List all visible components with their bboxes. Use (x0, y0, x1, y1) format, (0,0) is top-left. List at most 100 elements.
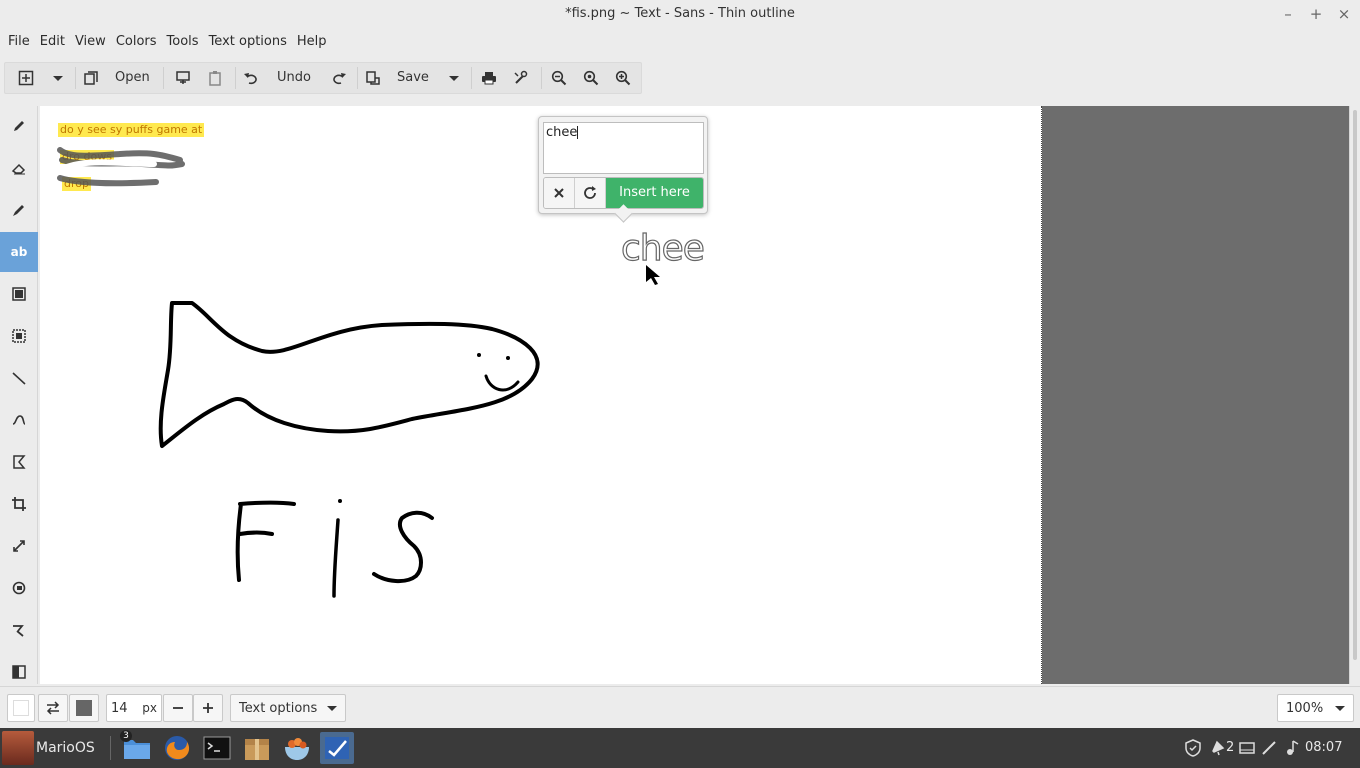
menu-edit[interactable]: Edit (35, 34, 70, 49)
print-icon (482, 72, 496, 85)
terminal-icon (203, 736, 231, 760)
selection-tool[interactable] (0, 316, 38, 356)
start-menu-avatar[interactable] (2, 731, 34, 765)
swap-icon (46, 701, 60, 715)
paste-button[interactable] (199, 63, 231, 93)
new-image-button[interactable] (9, 63, 43, 93)
insert-here-button[interactable]: Insert here (606, 178, 703, 208)
text-input-value: chee (546, 125, 578, 140)
text-input-area[interactable]: chee (543, 122, 704, 174)
brush-icon[interactable] (1260, 739, 1278, 757)
skew-tool[interactable] (0, 610, 38, 650)
text-tool-icon: ab (10, 245, 28, 259)
redo-button[interactable] (323, 63, 355, 93)
pencil-tool[interactable] (0, 106, 38, 146)
text-tool[interactable]: ab (0, 232, 38, 272)
close-window-icon[interactable]: × (1330, 0, 1358, 28)
new-image-dropdown[interactable] (45, 63, 71, 93)
minimize-icon[interactable]: – (1274, 0, 1302, 28)
text-options-label: Text options (239, 700, 318, 716)
zoom-out-icon (551, 70, 567, 86)
eraser-icon (11, 163, 26, 175)
firefox-task[interactable] (160, 732, 194, 764)
display-icon[interactable] (1238, 739, 1256, 757)
size-increase-button[interactable] (193, 694, 223, 722)
file-manager-task[interactable]: 3 (120, 730, 154, 764)
line-icon (12, 372, 26, 385)
line-tool[interactable] (0, 358, 38, 398)
menu-text-options[interactable]: Text options (204, 34, 292, 49)
filters-icon (12, 665, 26, 679)
main-toolbar: Open Undo Save (0, 54, 1360, 102)
zoom-out-button[interactable] (543, 63, 575, 93)
firefox-icon (165, 736, 190, 760)
scale-icon (13, 540, 25, 552)
title-bar: *fis.png ~ Text - Sans - Thin outline – … (0, 0, 1360, 28)
notifications-icon[interactable] (1209, 739, 1227, 757)
undo-icon (244, 73, 257, 85)
copy-icon (176, 71, 190, 84)
menu-tools[interactable]: Tools (162, 34, 204, 49)
chevron-down-icon (449, 76, 459, 81)
games-task[interactable] (280, 732, 314, 764)
menu-file[interactable]: File (3, 34, 35, 49)
pencil-icon (14, 121, 24, 131)
tools-icon (514, 70, 528, 84)
cancel-text-button[interactable] (544, 178, 575, 208)
mouse-pointer-icon (646, 265, 660, 285)
scale-tool[interactable] (0, 526, 38, 566)
taskbar: MarioOS 3 2 08:07 (0, 728, 1360, 768)
print-button[interactable] (473, 63, 505, 93)
undo-button[interactable]: Undo (237, 63, 323, 93)
window-title: *fis.png ~ Text - Sans - Thin outline (565, 6, 795, 21)
text-preview: chee (620, 227, 705, 269)
vertical-scrollbar[interactable] (1349, 106, 1360, 684)
drawing-app-icon (325, 737, 349, 759)
close-icon (554, 188, 564, 198)
clock[interactable]: 08:07 (1305, 728, 1342, 768)
scrollbar-thumb[interactable] (1353, 110, 1357, 660)
maximize-icon[interactable]: + (1302, 0, 1330, 28)
folder-badge: 3 (120, 730, 132, 742)
free-shape-tool[interactable] (0, 442, 38, 482)
zoom-value: 100% (1286, 700, 1324, 716)
save-button[interactable]: Save (359, 63, 435, 93)
menu-view[interactable]: View (70, 34, 111, 49)
free-shape-icon (13, 455, 26, 469)
refresh-icon (584, 186, 596, 199)
zoom-combobox[interactable]: 100% (1277, 694, 1354, 722)
swap-colors-button[interactable] (38, 694, 68, 722)
shield-icon[interactable] (1184, 739, 1202, 757)
eraser-tool[interactable] (0, 148, 38, 188)
rectangle-tool[interactable] (0, 274, 38, 314)
size-decrease-button[interactable] (163, 694, 193, 722)
drawing-app-task[interactable] (320, 732, 354, 764)
size-spinbox[interactable]: 14 px (106, 694, 162, 722)
zoom-in-button[interactable] (607, 63, 639, 93)
highlighter-tool[interactable] (0, 190, 38, 230)
main-color-button[interactable] (69, 694, 99, 722)
selection-icon (12, 329, 26, 343)
rotate-tool[interactable] (0, 568, 38, 608)
menu-help[interactable]: Help (292, 34, 332, 49)
archive-manager-task[interactable] (240, 732, 274, 764)
menu-colors[interactable]: Colors (111, 34, 162, 49)
size-unit: px (142, 701, 157, 715)
save-dropdown[interactable] (441, 63, 467, 93)
terminal-task[interactable] (200, 732, 234, 764)
curve-tool[interactable] (0, 400, 38, 440)
copy-button[interactable] (167, 63, 199, 93)
open-button[interactable]: Open (79, 63, 159, 93)
text-options-dropdown[interactable]: Text options (230, 694, 346, 722)
start-menu-label[interactable]: MarioOS (36, 728, 95, 768)
volume-icon[interactable] (1284, 739, 1300, 757)
text-cursor (577, 126, 579, 139)
secondary-color-button[interactable] (7, 694, 35, 722)
refresh-text-button[interactable] (575, 178, 606, 208)
zoom-fit-button[interactable] (575, 63, 607, 93)
image-properties-button[interactable] (505, 63, 537, 93)
minus-icon (173, 707, 183, 709)
crop-tool[interactable] (0, 484, 38, 524)
chevron-down-icon (327, 706, 337, 711)
options-bar: 14 px Text options 100% (0, 686, 1360, 728)
